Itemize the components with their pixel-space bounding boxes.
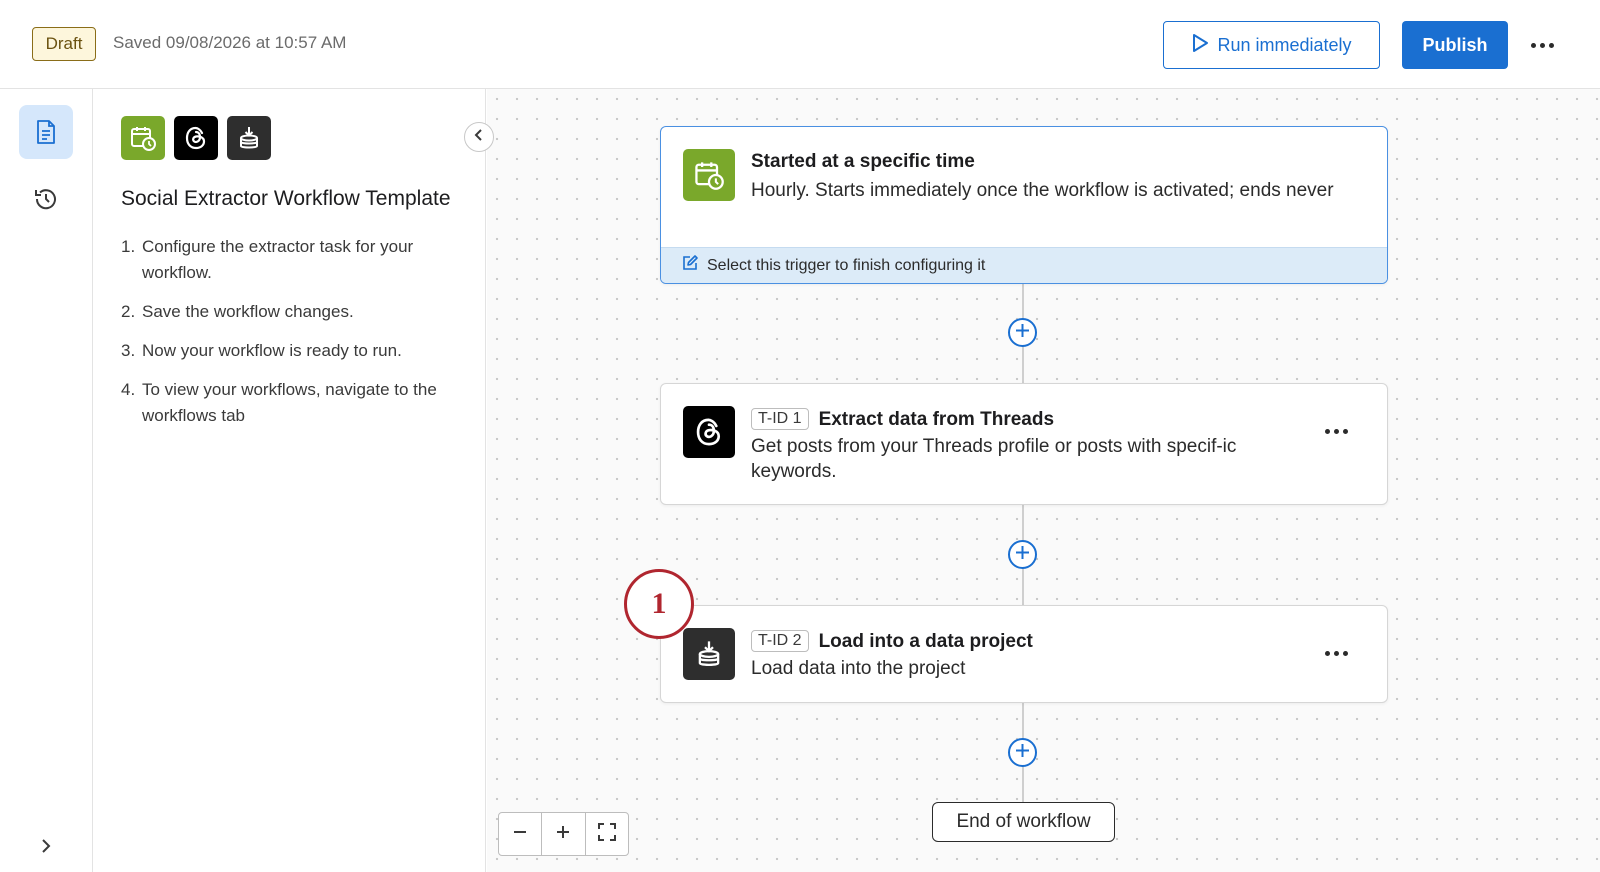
threads-icon <box>174 116 218 160</box>
plus-icon <box>555 824 571 845</box>
template-title: Social Extractor Workflow Template <box>121 187 451 210</box>
plus-icon <box>1015 743 1030 763</box>
add-step-button[interactable] <box>1008 738 1037 767</box>
fit-to-screen-button[interactable] <box>586 813 628 855</box>
minus-icon <box>512 824 528 845</box>
instruction-step: 4. To view your workflows, navigate to th… <box>121 380 437 425</box>
add-step-button[interactable] <box>1008 540 1037 569</box>
task-card[interactable]: T-ID 2 Load into a data project Load data… <box>660 605 1388 703</box>
task-card[interactable]: T-ID 1 Extract data from Threads Get post… <box>660 383 1388 505</box>
zoom-in-button[interactable] <box>542 813 586 855</box>
instruction-step: 1. Configure the extractor task for your … <box>121 237 414 282</box>
task-id-badge: T-ID 2 <box>751 630 809 652</box>
edit-icon <box>681 254 699 277</box>
trigger-footer-text: Select this trigger to finish configurin… <box>707 256 986 274</box>
task-title: Load into a data project <box>818 631 1033 652</box>
run-immediately-label: Run immediately <box>1217 34 1352 55</box>
fullscreen-icon <box>597 822 617 847</box>
task-title: Extract data from Threads <box>818 409 1055 430</box>
end-of-workflow-label: End of workflow <box>932 802 1115 842</box>
template-info-panel: Social Extractor Workflow Template 1. Con… <box>93 89 486 872</box>
instruction-step: 2. Save the workflow changes. <box>121 302 354 321</box>
more-options-icon[interactable] <box>1319 641 1353 665</box>
zoom-controls <box>498 812 629 856</box>
more-options-icon[interactable] <box>1524 30 1560 60</box>
play-icon <box>1191 33 1209 58</box>
trigger-config-hint[interactable]: Select this trigger to finish configurin… <box>661 247 1387 283</box>
history-icon[interactable] <box>28 181 64 217</box>
instruction-step: 3. Now your workflow is ready to run. <box>121 341 402 360</box>
data-load-icon <box>683 628 735 680</box>
collapse-panel-button[interactable] <box>464 122 494 152</box>
zoom-out-button[interactable] <box>499 813 543 855</box>
run-immediately-button[interactable]: Run immediately <box>1163 21 1380 69</box>
plus-icon <box>1015 323 1030 343</box>
threads-icon <box>683 406 735 458</box>
task-description: Load data into the project <box>751 658 966 679</box>
instruction-steps: 1. Configure the extractor task for your … <box>121 234 461 442</box>
app-icons-row <box>121 116 271 160</box>
status-badge: Draft <box>32 27 96 61</box>
saved-timestamp: Saved 09/08/2026 at 10:57 AM <box>113 33 347 52</box>
trigger-description: Hourly. Starts immediately once the work… <box>751 180 1334 201</box>
trigger-card[interactable]: Started at a specific time Hourly. Start… <box>660 126 1388 284</box>
data-load-icon <box>227 116 271 160</box>
calendar-clock-icon <box>121 116 165 160</box>
more-options-icon[interactable] <box>1319 419 1353 443</box>
left-icon-rail <box>0 89 93 872</box>
expand-chevron-icon[interactable] <box>34 834 58 858</box>
top-header: Draft Saved 09/08/2026 at 10:57 AM Run i… <box>0 0 1600 89</box>
publish-button[interactable]: Publish <box>1402 21 1508 69</box>
calendar-clock-icon <box>683 149 735 201</box>
step-callout-marker: 1 <box>624 569 694 639</box>
document-icon[interactable] <box>19 105 73 159</box>
trigger-title: Started at a specific time <box>751 151 975 172</box>
task-id-badge: T-ID 1 <box>751 408 809 430</box>
add-step-button[interactable] <box>1008 318 1037 347</box>
task-description: Get posts from your Threads profile or p… <box>751 436 1237 482</box>
chevron-left-icon <box>474 128 484 147</box>
plus-icon <box>1015 545 1030 565</box>
